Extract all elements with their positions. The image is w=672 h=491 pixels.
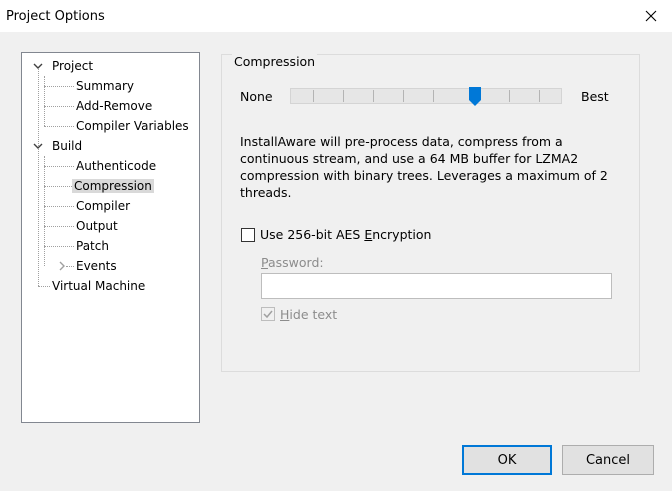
aes-encryption-checkbox[interactable]	[241, 228, 255, 242]
tree-line	[38, 286, 50, 287]
tree-line	[44, 246, 74, 247]
tree-item-build[interactable]: Build	[50, 137, 84, 155]
window-title: Project Options	[6, 9, 105, 24]
events-expander[interactable]	[56, 260, 68, 272]
tree-line	[44, 86, 74, 87]
tree-item-events[interactable]: Events	[74, 257, 119, 275]
tree-line	[38, 69, 39, 286]
tree-item-summary[interactable]: Summary	[74, 77, 136, 95]
compression-slider-track[interactable]	[290, 88, 562, 104]
build-expander[interactable]	[32, 140, 44, 152]
slider-max-label: Best	[581, 89, 609, 104]
selected-tree-label: Compression	[72, 179, 154, 193]
slider-tick	[509, 90, 510, 102]
tree-item-output[interactable]: Output	[74, 217, 120, 235]
tree-item-virtual-machine[interactable]: Virtual Machine	[50, 277, 147, 295]
options-tree[interactable]: Project Summary Add-Remove Compiler Vari…	[21, 52, 200, 423]
chevron-down-icon	[33, 63, 43, 69]
slider-tick	[313, 90, 314, 102]
tree-item-authenticode[interactable]: Authenticode	[74, 157, 158, 175]
aes-encryption-label[interactable]: Use 256-bit AES Encryption	[260, 227, 431, 242]
slider-tick	[373, 90, 374, 102]
chevron-right-icon	[59, 261, 65, 271]
tree-line	[44, 166, 74, 167]
tree-item-compiler[interactable]: Compiler	[74, 197, 132, 215]
compression-description: InstallAware will pre-process data, comp…	[240, 134, 608, 200]
password-label: Password:	[261, 255, 324, 270]
tree-item-add-remove[interactable]: Add-Remove	[74, 97, 154, 115]
cancel-button[interactable]: Cancel	[562, 445, 654, 475]
tree-line	[44, 226, 74, 227]
compression-slider-thumb[interactable]	[469, 87, 481, 106]
project-expander[interactable]	[32, 60, 44, 72]
tree-line	[44, 206, 74, 207]
tree-item-project[interactable]: Project	[50, 57, 95, 75]
hide-text-label: Hide text	[280, 307, 338, 322]
ok-button[interactable]: OK	[462, 445, 552, 475]
slider-min-label: None	[240, 89, 273, 104]
close-icon	[645, 10, 657, 22]
checkmark-icon	[263, 310, 273, 319]
tree-item-compiler-variables[interactable]: Compiler Variables	[74, 117, 191, 135]
tree-line	[44, 186, 74, 187]
tree-line	[44, 126, 74, 127]
password-input[interactable]	[261, 273, 612, 299]
slider-tick	[433, 90, 434, 102]
tree-item-compression[interactable]: Compression	[72, 177, 154, 195]
hide-text-checkbox[interactable]	[261, 307, 275, 321]
close-button[interactable]	[636, 2, 666, 30]
slider-tick	[343, 90, 344, 102]
tree-line	[44, 76, 45, 126]
compression-group-title: Compression	[232, 54, 318, 69]
slider-tick	[539, 90, 540, 102]
tree-line	[44, 156, 45, 266]
tree-line	[44, 106, 74, 107]
tree-item-patch[interactable]: Patch	[74, 237, 111, 255]
title-bar: Project Options	[0, 0, 672, 32]
slider-tick	[403, 90, 404, 102]
chevron-down-icon	[33, 143, 43, 149]
